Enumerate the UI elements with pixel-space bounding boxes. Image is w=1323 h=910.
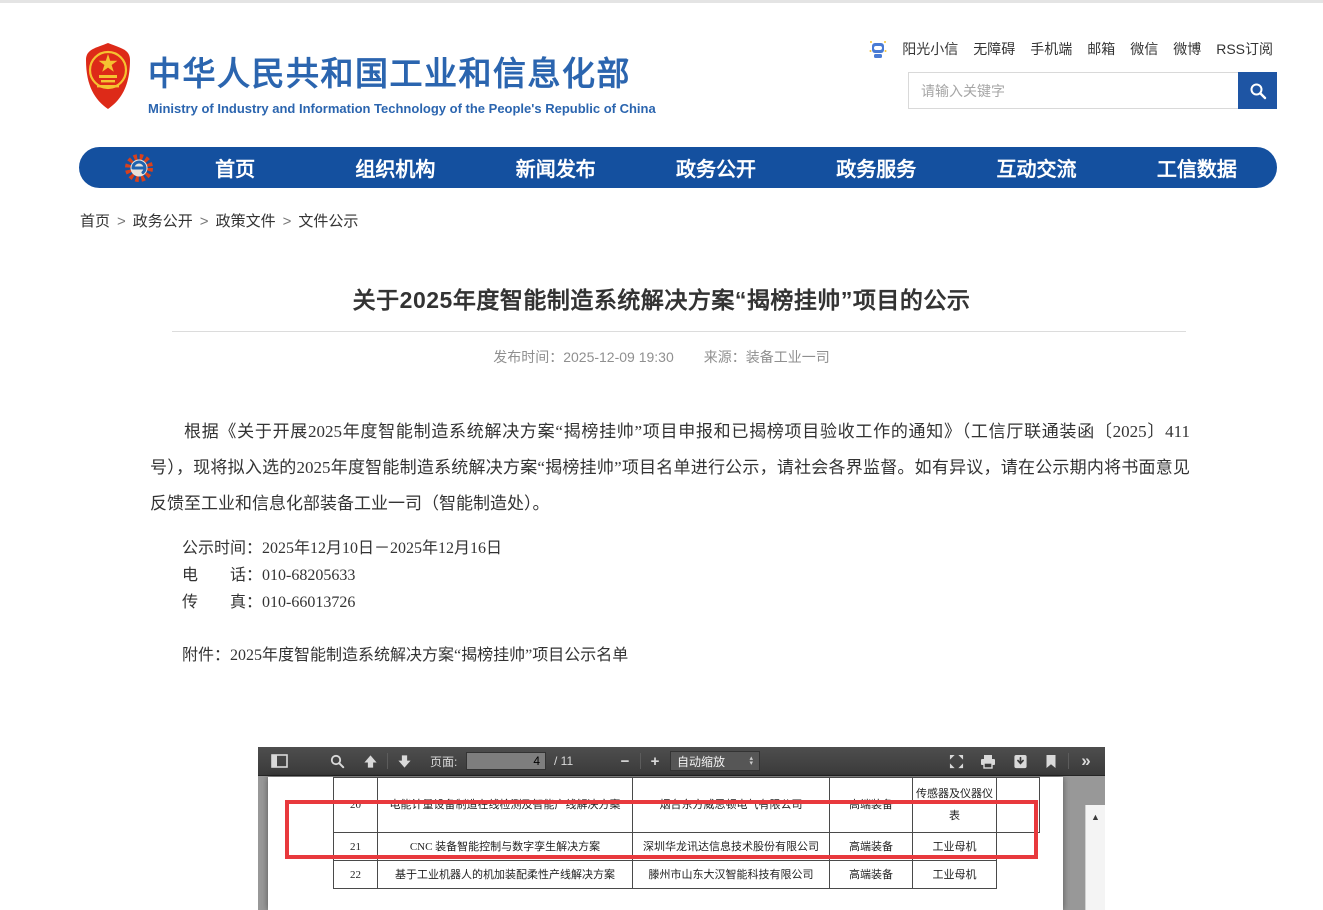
arrow-down-icon <box>397 754 412 769</box>
quick-link-3[interactable]: 邮箱 <box>1087 39 1115 59</box>
miit-gear-logo-icon <box>123 152 155 184</box>
print-button[interactable] <box>976 747 1000 775</box>
article-title: 关于2025年度智能制造系统解决方案“揭榜挂帅”项目的公示 <box>0 281 1323 315</box>
zoom-mode-value: 自动缩放 <box>677 753 725 770</box>
quick-link-4[interactable]: 微信 <box>1130 39 1158 59</box>
cell-solution: 基于工业机器人的机加装配柔性产线解决方案 <box>378 861 633 889</box>
search-icon <box>1249 82 1267 100</box>
presentation-mode-button[interactable] <box>944 747 968 775</box>
pdf-viewer: 页面: / 11 − + 自动缩放 ▴▾ <box>258 747 1105 910</box>
nav-item-6[interactable]: 工信数据 <box>1117 153 1277 182</box>
site-brand: 中华人民共和国工业和信息化部 Ministry of Industry and … <box>148 47 656 116</box>
select-caret-icon: ▴▾ <box>749 756 753 766</box>
cell-category: 高端装备 <box>830 861 913 889</box>
site-title: 中华人民共和国工业和信息化部 <box>148 47 656 95</box>
fax-line: 传 真：010-66013726 <box>150 589 1190 616</box>
cell-company: 滕州市山东大汉智能科技有限公司 <box>633 861 830 889</box>
page-down-button[interactable] <box>392 747 416 775</box>
printer-icon <box>980 754 996 769</box>
contact-block: 公示时间：2025年12月10日－2025年12月16日 电 话：010-682… <box>150 535 1190 616</box>
publish-time-label: 发布时间： <box>493 349 563 365</box>
nav-item-0[interactable]: 首页 <box>155 153 315 182</box>
nav-item-1[interactable]: 组织机构 <box>315 153 475 182</box>
page-up-button[interactable] <box>358 747 382 775</box>
table-row: 22基于工业机器人的机加装配柔性产线解决方案滕州市山东大汉智能科技有限公司高端装… <box>333 861 1040 889</box>
cell-num: 22 <box>333 861 378 889</box>
search-button[interactable] <box>1238 72 1277 109</box>
search-icon <box>330 754 345 769</box>
quick-link-5[interactable]: 微博 <box>1173 39 1201 59</box>
breadcrumb-separator: > <box>283 213 292 230</box>
breadcrumb-item-1[interactable]: 政务公开 <box>133 213 193 230</box>
site-subtitle: Ministry of Industry and Information Tec… <box>148 101 656 116</box>
toolbar-separator <box>1068 753 1069 769</box>
article-body: 根据《关于开展2025年度智能制造系统解决方案“揭榜挂帅”项目申报和已揭榜项目验… <box>150 414 1190 669</box>
breadcrumb-item-3[interactable]: 文件公示 <box>298 213 358 230</box>
sidebar-toggle-icon <box>271 754 288 768</box>
find-button[interactable] <box>326 747 348 775</box>
quick-links: 阳光小信无障碍手机端邮箱微信微博 RSS订阅 <box>869 39 1273 59</box>
breadcrumb-separator: > <box>117 213 126 230</box>
cell-industry: 工业母机 <box>913 861 997 889</box>
publish-time: 2025-12-09 19:30 <box>563 349 674 365</box>
pdf-content-area: 20电能计量设备制造在线检测及智能产线解决方案烟台东方威思顿电气有限公司高端装备… <box>258 776 1105 910</box>
breadcrumb-separator: > <box>200 213 209 230</box>
quick-link-0[interactable]: 阳光小信 <box>902 39 958 59</box>
zoom-in-button[interactable]: + <box>644 747 666 775</box>
article-paragraph: 根据《关于开展2025年度智能制造系统解决方案“揭榜挂帅”项目申报和已揭榜项目验… <box>150 414 1190 522</box>
breadcrumb-item-0[interactable]: 首页 <box>80 213 110 230</box>
search-input[interactable] <box>908 72 1277 109</box>
zoom-out-button[interactable]: − <box>614 747 636 775</box>
top-border-line <box>0 0 1323 3</box>
scroll-up-arrow-icon[interactable]: ▲ <box>1086 812 1105 822</box>
highlight-box <box>285 800 1038 859</box>
page: 中华人民共和国工业和信息化部 Ministry of Industry and … <box>0 0 1323 910</box>
bookmark-button[interactable] <box>1039 747 1063 775</box>
bookmark-icon <box>1045 754 1057 769</box>
main-nav: 首页组织机构新闻发布政务公开政务服务互动交流工信数据 <box>79 147 1277 188</box>
toolbar-separator <box>387 753 388 769</box>
source-value: 装备工业一司 <box>746 349 830 365</box>
toolbar-separator <box>640 753 641 769</box>
download-button[interactable] <box>1008 747 1032 775</box>
attachment-line: 附件：2025年度智能制造系统解决方案“揭榜挂帅”项目公示名单 <box>150 642 1190 669</box>
nav-item-2[interactable]: 新闻发布 <box>476 153 636 182</box>
article-meta: 发布时间：2025-12-09 19:30 来源：装备工业一司 <box>0 347 1323 367</box>
breadcrumb: 首页 > 政务公开 > 政策文件 > 文件公示 <box>80 210 358 231</box>
sunshine-robot-icon <box>869 39 887 59</box>
breadcrumb-item-2[interactable]: 政策文件 <box>216 213 276 230</box>
title-divider <box>172 331 1186 332</box>
posting-period: 公示时间：2025年12月10日－2025年12月16日 <box>150 535 1190 562</box>
quick-link-1[interactable]: 无障碍 <box>973 39 1015 59</box>
zoom-mode-select[interactable]: 自动缩放 ▴▾ <box>670 751 760 771</box>
nav-items: 首页组织机构新闻发布政务公开政务服务互动交流工信数据 <box>155 153 1277 182</box>
quick-link-6[interactable]: RSS订阅 <box>1216 39 1273 59</box>
page-number-input[interactable] <box>466 752 546 770</box>
nav-item-3[interactable]: 政务公开 <box>636 153 796 182</box>
phone-line: 电 话：010-68205633 <box>150 562 1190 589</box>
nav-item-5[interactable]: 互动交流 <box>956 153 1116 182</box>
header-search <box>908 72 1277 109</box>
pdf-scrollbar[interactable]: ▲ <box>1085 805 1105 910</box>
more-tools-button[interactable]: » <box>1074 747 1098 775</box>
national-emblem-icon <box>84 42 132 110</box>
source-label: 来源： <box>704 349 746 365</box>
quick-link-2[interactable]: 手机端 <box>1030 39 1072 59</box>
sidebar-toggle-button[interactable] <box>268 747 290 775</box>
page-label: 页面: <box>430 747 457 775</box>
arrow-up-icon <box>363 754 378 769</box>
download-icon <box>1013 754 1028 769</box>
page-count: / 11 <box>554 747 573 775</box>
fullscreen-icon <box>949 754 964 769</box>
pdf-toolbar: 页面: / 11 − + 自动缩放 ▴▾ <box>258 747 1105 776</box>
nav-item-4[interactable]: 政务服务 <box>796 153 956 182</box>
